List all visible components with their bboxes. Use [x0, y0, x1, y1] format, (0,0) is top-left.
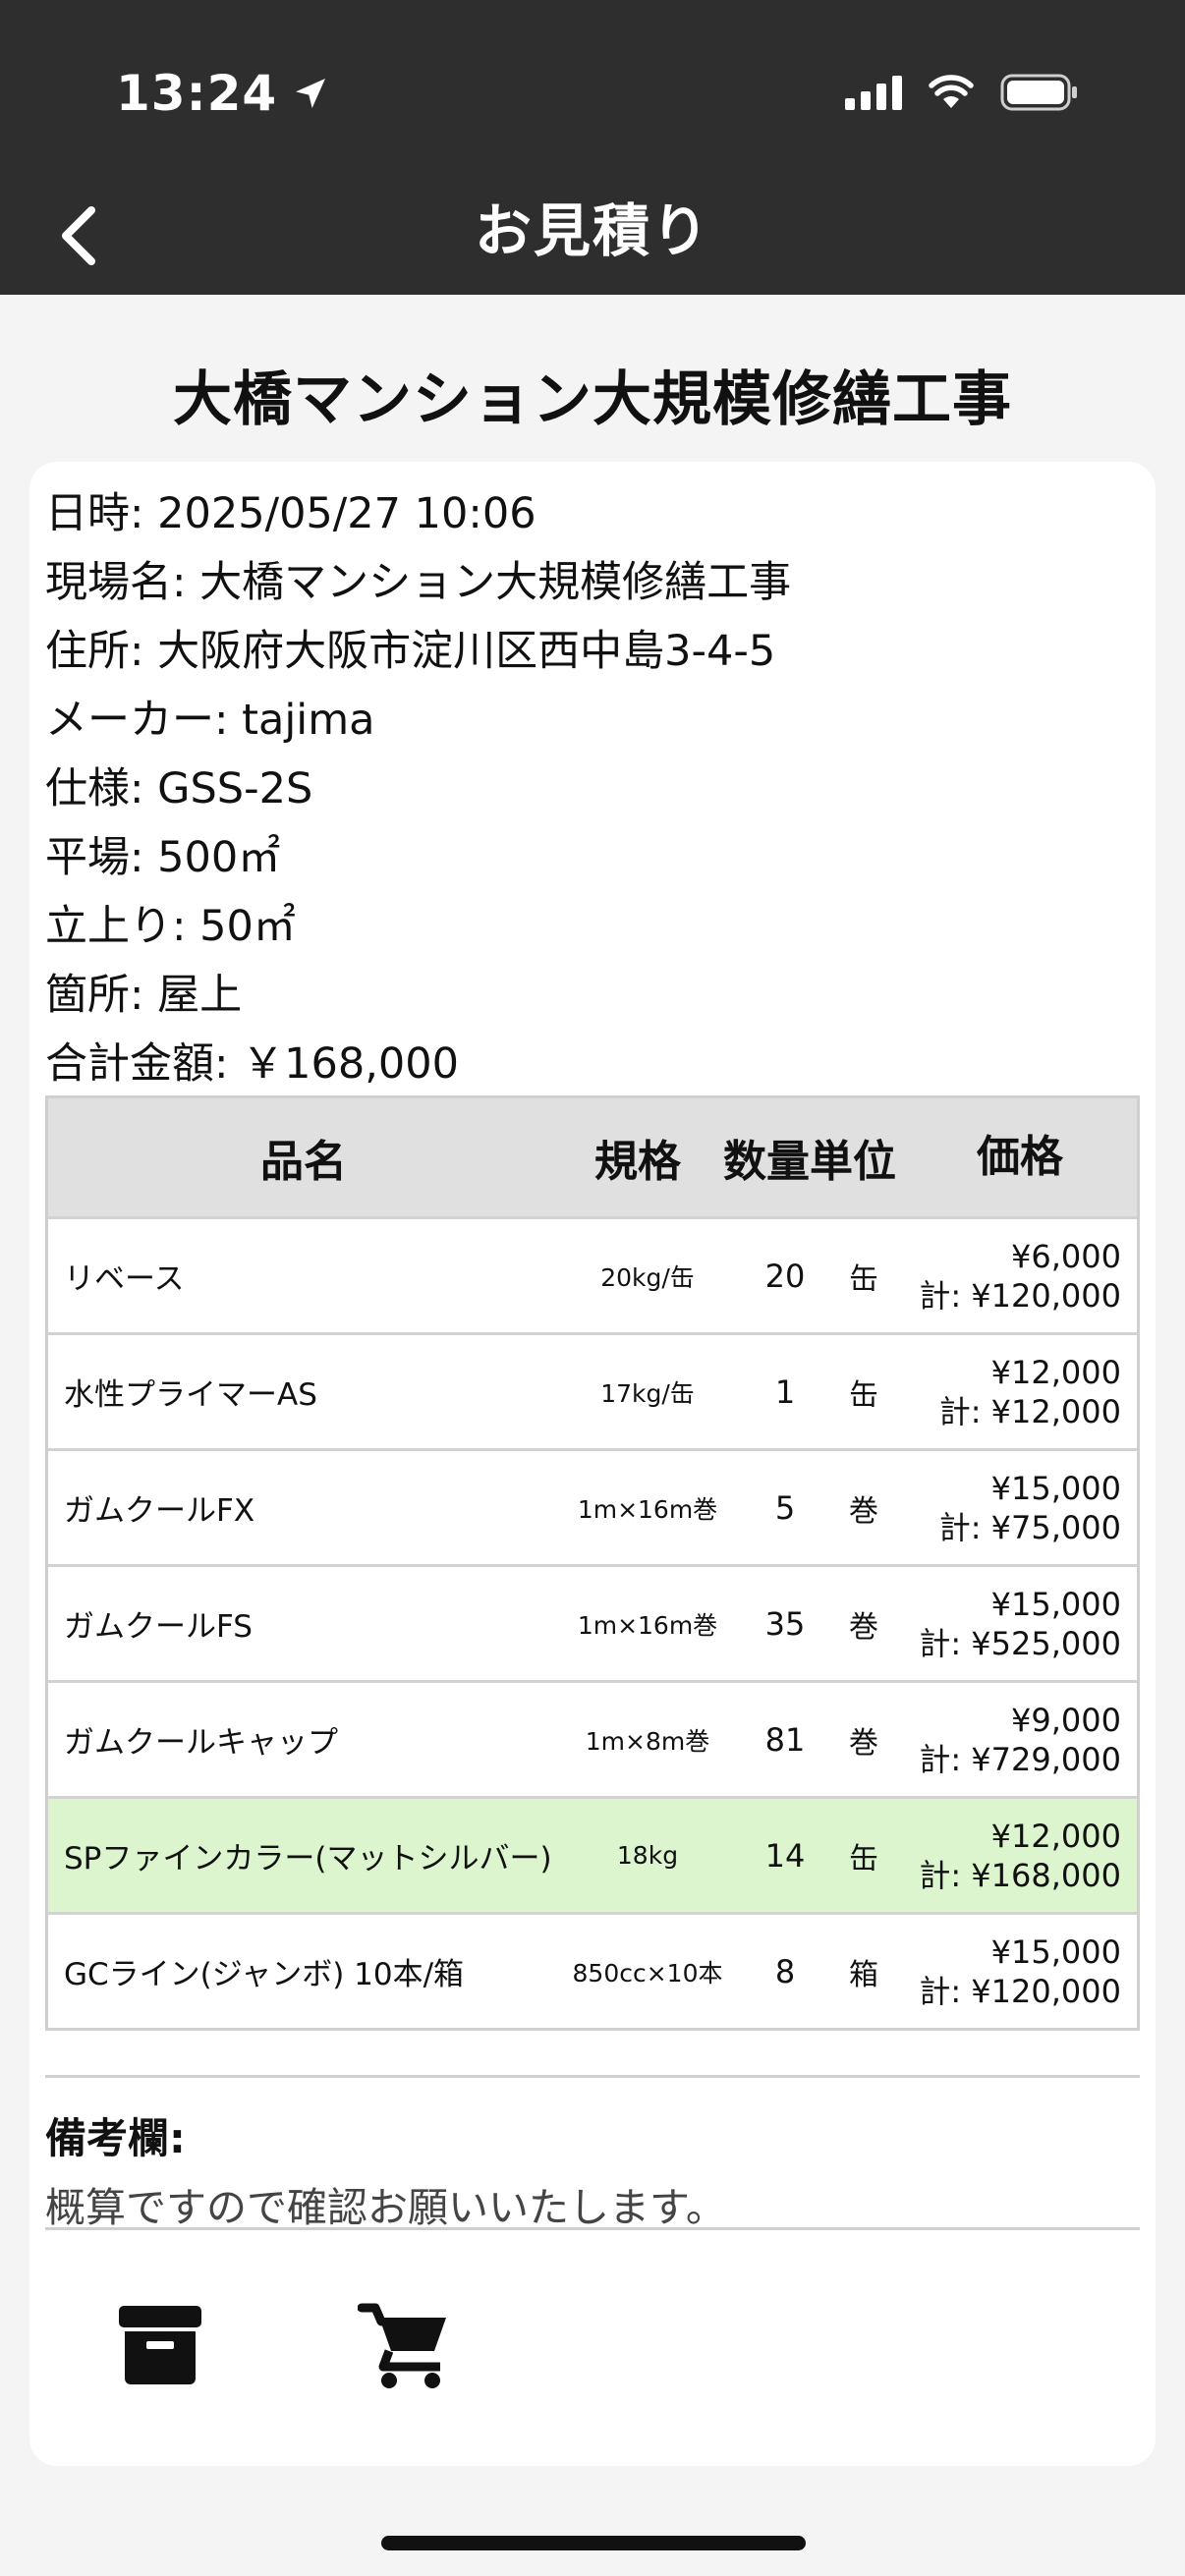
item-unit: 巻: [849, 1493, 878, 1529]
table-row[interactable]: ガムクールFX 1m×16m巻 5 巻 ¥15,000 計: ¥75,000: [48, 1448, 1137, 1564]
item-subtotal: 計: ¥75,000: [938, 1508, 1121, 1546]
header-title: お見積り: [474, 197, 710, 264]
item-name: ガムクールFS: [64, 1609, 253, 1645]
table-row[interactable]: 水性プライマーAS 17kg/缶 1 缶 ¥12,000 計: ¥12,000: [48, 1332, 1137, 1448]
item-name: 水性プライマーAS: [64, 1377, 317, 1413]
info-location: 箇所: 屋上: [45, 971, 243, 1020]
item-spec: 20kg/缶: [600, 1262, 695, 1292]
remarks-label: 備考欄:: [45, 2114, 186, 2162]
table-row[interactable]: ガムクールキャップ 1m×8m巻 81 巻 ¥9,000 計: ¥729,000: [48, 1680, 1137, 1796]
estimate-card: 日時: 2025/05/27 10:06 現場名: 大橋マンション大規模修繕工事…: [29, 462, 1156, 2466]
status-icons: [845, 73, 1079, 112]
signal-icon: [845, 75, 902, 110]
info-spec: 仕様: GSS-2S: [45, 764, 313, 813]
archive-button[interactable]: [106, 2291, 214, 2399]
header-price: 価格: [977, 1132, 1063, 1182]
info-site: 現場名: 大橋マンション大規模修繕工事: [45, 558, 792, 607]
remarks-text: 概算ですので確認お願いいたします。: [45, 2184, 726, 2231]
item-unit: 缶: [849, 1261, 878, 1297]
item-subtotal: 計: ¥12,000: [938, 1392, 1121, 1430]
item-qty: 1: [774, 1372, 796, 1411]
item-price: ¥9,000: [1011, 1701, 1121, 1739]
item-unit: 箱: [849, 1957, 878, 1992]
table-row-highlighted[interactable]: SPファインカラー(マットシルバー) 18kg 14 缶 ¥12,000 計: …: [48, 1796, 1137, 1912]
top-bar: 13:24 お見積り: [0, 0, 1185, 295]
item-name: GCライン(ジャンボ) 10本/箱: [64, 1957, 465, 1992]
item-subtotal: 計: ¥525,000: [919, 1624, 1121, 1662]
item-price-cell: ¥6,000 計: ¥120,000: [893, 1237, 1137, 1316]
item-price: ¥15,000: [990, 1469, 1121, 1507]
item-unit: 缶: [849, 1841, 878, 1876]
page-title: 大橋マンション大規模修繕工事: [173, 365, 1012, 434]
header-spec: 規格: [594, 1137, 681, 1187]
item-price-cell: ¥9,000 計: ¥729,000: [893, 1701, 1137, 1779]
item-price: ¥15,000: [990, 1932, 1121, 1971]
item-spec: 1m×8m巻: [585, 1726, 710, 1756]
item-qty: 8: [774, 1952, 796, 1990]
item-price-cell: ¥12,000 計: ¥168,000: [893, 1817, 1137, 1895]
archive-box-icon: [119, 2306, 201, 2384]
item-price: ¥15,000: [990, 1585, 1121, 1623]
info-flat: 平場: 500㎡: [45, 833, 281, 882]
item-qty: 35: [764, 1604, 806, 1643]
table-row[interactable]: GCライン(ジャンボ) 10本/箱 850cc×10本 8 箱 ¥15,000 …: [48, 1912, 1137, 2028]
item-spec: 850cc×10本: [572, 1958, 723, 1988]
items-table: 品名 規格 数量単位 価格 リベース 20kg/缶 20 缶 ¥6,000 計:…: [45, 1095, 1140, 2031]
shopping-cart-icon: [358, 2303, 446, 2388]
cart-button[interactable]: [351, 2291, 459, 2399]
home-indicator[interactable]: [381, 2536, 806, 2550]
item-spec: 1m×16m巻: [577, 1494, 718, 1524]
item-spec: 18kg: [616, 1841, 679, 1870]
wifi-icon: [929, 75, 974, 108]
item-subtotal: 計: ¥729,000: [919, 1740, 1121, 1778]
info-maker: メーカー: tajima: [45, 696, 375, 745]
remarks-divider-bottom: [45, 2227, 1140, 2230]
item-qty: 5: [774, 1488, 796, 1527]
item-name: SPファインカラー(マットシルバー): [64, 1841, 552, 1876]
item-subtotal: 計: ¥120,000: [919, 1276, 1121, 1315]
status-time: 13:24: [116, 65, 278, 122]
item-price-cell: ¥15,000 計: ¥75,000: [893, 1469, 1137, 1547]
item-subtotal: 計: ¥168,000: [919, 1856, 1121, 1894]
item-price: ¥6,000: [1011, 1237, 1121, 1275]
item-price-cell: ¥15,000 計: ¥120,000: [893, 1932, 1137, 2011]
status-time-wrap: 13:24: [116, 65, 330, 122]
item-qty: 20: [764, 1257, 806, 1295]
estimate-info: 日時: 2025/05/27 10:06 現場名: 大橋マンション大規模修繕工事…: [45, 479, 791, 1098]
info-total: 合計金額: ￥168,000: [45, 1039, 459, 1089]
item-unit: 巻: [849, 1725, 878, 1761]
item-spec: 17kg/缶: [600, 1378, 695, 1408]
item-name: ガムクールキャップ: [64, 1725, 338, 1761]
item-price-cell: ¥12,000 計: ¥12,000: [893, 1353, 1137, 1431]
info-rise: 立上り: 50㎡: [45, 902, 296, 951]
item-price: ¥12,000: [990, 1353, 1121, 1391]
item-spec: 1m×16m巻: [577, 1610, 718, 1640]
location-arrow-icon: [296, 79, 326, 108]
item-qty: 81: [764, 1720, 806, 1759]
info-datetime: 日時: 2025/05/27 10:06: [45, 489, 536, 538]
table-row[interactable]: リベース 20kg/缶 20 缶 ¥6,000 計: ¥120,000: [48, 1216, 1137, 1332]
remarks-divider-top: [45, 2075, 1140, 2078]
item-name: ガムクールFX: [64, 1493, 255, 1529]
item-qty: 14: [764, 1836, 806, 1875]
item-subtotal: 計: ¥120,000: [919, 1972, 1121, 2010]
item-price: ¥12,000: [990, 1817, 1121, 1855]
item-unit: 缶: [849, 1377, 878, 1413]
info-address: 住所: 大阪府大阪市淀川区西中島3-4-5: [45, 627, 776, 676]
item-name: リベース: [64, 1261, 185, 1297]
battery-icon: [1000, 74, 1077, 111]
header-qty-unit: 数量単位: [723, 1137, 896, 1187]
table-header: 品名 規格 数量単位 価格: [48, 1098, 1137, 1216]
header-name: 品名: [260, 1137, 347, 1187]
item-price-cell: ¥15,000 計: ¥525,000: [893, 1585, 1137, 1663]
item-unit: 巻: [849, 1609, 878, 1645]
table-row[interactable]: ガムクールFS 1m×16m巻 35 巻 ¥15,000 計: ¥525,000: [48, 1564, 1137, 1680]
